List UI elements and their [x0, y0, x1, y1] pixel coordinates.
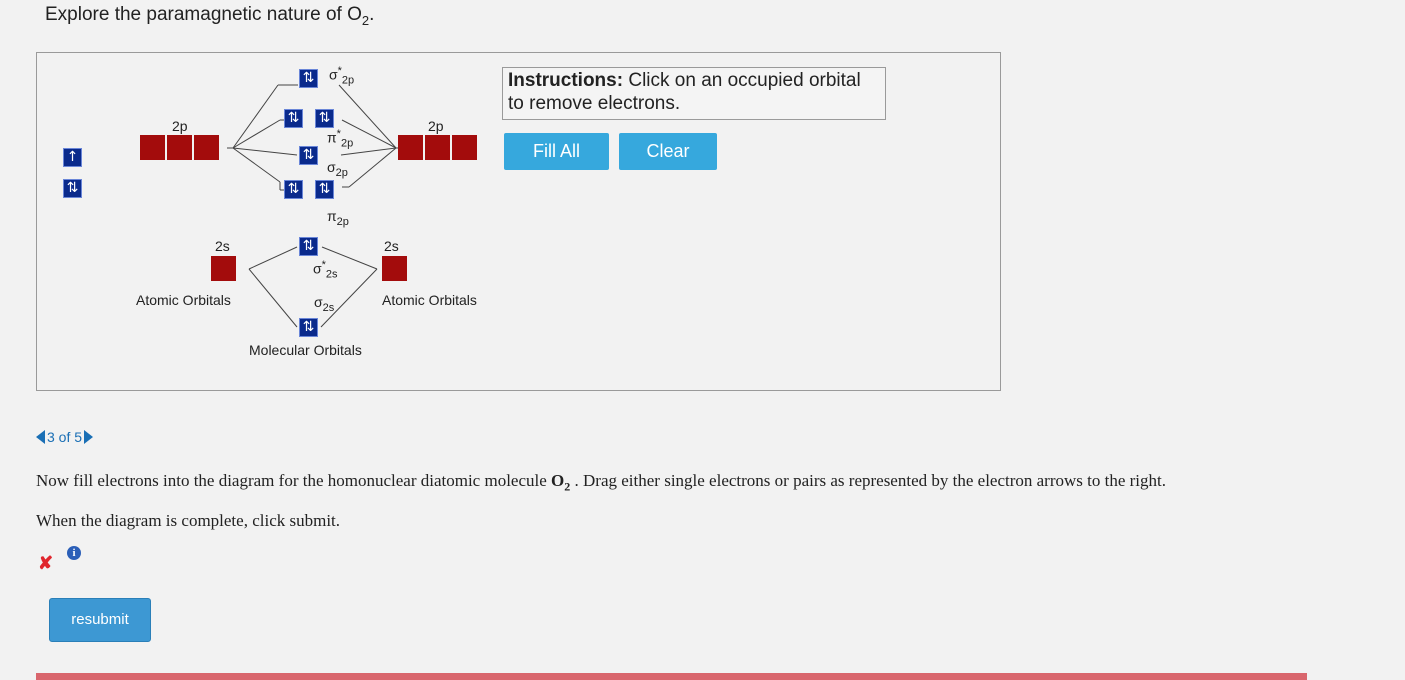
pager-text: 3 of 5: [47, 429, 83, 445]
ao-2p-right-orbital-2[interactable]: [425, 135, 450, 160]
mo-pi-star-2p-b[interactable]: ⇅: [315, 109, 334, 128]
mo-sigma-star-2p[interactable]: ⇅: [299, 69, 318, 88]
next-arrow-icon[interactable]: [84, 430, 94, 444]
ao-2s-left-orbital[interactable]: [211, 256, 236, 281]
single-electron-palette[interactable]: ↑: [63, 148, 82, 167]
mo-pi-2p-b[interactable]: ⇅: [315, 180, 334, 199]
pager: 3 of 5: [36, 429, 94, 445]
mo-pi-2p-a[interactable]: ⇅: [284, 180, 303, 199]
clear-button[interactable]: Clear: [619, 133, 717, 170]
page-title: Explore the paramagnetic nature of O2.: [45, 4, 375, 28]
mo-sigma-2s-label: σ2s: [314, 294, 335, 314]
footer-bar: [36, 673, 1307, 680]
incorrect-icon: ✘: [38, 553, 54, 573]
ao-2p-right-label: 2p: [428, 118, 444, 134]
mo-sigma-star-2s-label: σ*2s: [313, 259, 338, 281]
ao-2s-right-label: 2s: [384, 238, 399, 254]
atomic-orbitals-left-label: Atomic Orbitals: [136, 292, 231, 308]
mo-pi-2p-label: π2p: [327, 208, 349, 228]
ao-2p-right-orbital-1[interactable]: [398, 135, 423, 160]
mo-sigma-2p[interactable]: ⇅: [299, 146, 318, 165]
mo-pi-star-2p-a[interactable]: ⇅: [284, 109, 303, 128]
ao-2p-left-orbital-2[interactable]: [167, 135, 192, 160]
mo-sigma-2s[interactable]: ⇅: [299, 318, 318, 337]
instructions-box: Instructions: Click on an occupied orbit…: [502, 67, 886, 120]
mo-sigma-star-2p-label: σ*2p: [329, 65, 355, 87]
ao-2s-left-label: 2s: [215, 238, 230, 254]
ao-2p-left-orbital-3[interactable]: [194, 135, 219, 160]
resubmit-button[interactable]: resubmit: [49, 598, 151, 642]
ao-2p-left-label: 2p: [172, 118, 188, 134]
fill-all-button[interactable]: Fill All: [504, 133, 609, 170]
mo-sigma-star-2s[interactable]: ⇅: [299, 237, 318, 256]
electron-pair-palette[interactable]: ⇅: [63, 179, 82, 198]
question-instruction: When the diagram is complete, click subm…: [36, 511, 341, 530]
ao-2p-left-orbital-1[interactable]: [140, 135, 165, 160]
ao-2s-right-orbital[interactable]: [382, 256, 407, 281]
molecular-orbitals-label: Molecular Orbitals: [249, 342, 362, 358]
ao-2p-right-orbital-3[interactable]: [452, 135, 477, 160]
mo-pi-star-2p-label: π*2p: [327, 128, 354, 150]
mo-sigma-2p-label: σ2p: [327, 159, 348, 179]
info-icon[interactable]: i: [67, 546, 81, 560]
question-text: Now fill electrons into the diagram for …: [36, 471, 1166, 494]
atomic-orbitals-right-label: Atomic Orbitals: [382, 292, 477, 308]
previous-arrow-icon[interactable]: [36, 430, 45, 444]
